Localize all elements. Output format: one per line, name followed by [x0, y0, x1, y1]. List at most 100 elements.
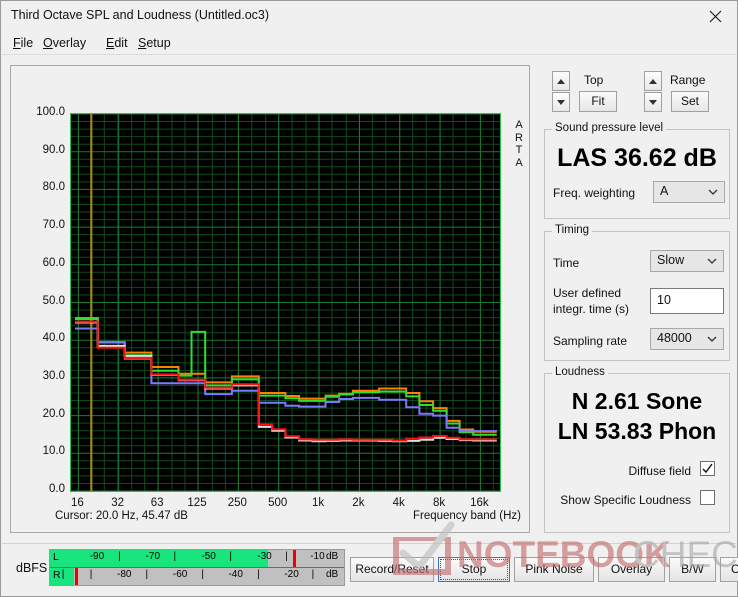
- x-axis-tick: 1k: [311, 497, 325, 509]
- meter-tick-mark: |: [285, 551, 288, 562]
- loudness-legend: Loudness: [552, 366, 608, 378]
- y-axis-tick: 60.0: [42, 256, 65, 269]
- chevron-down-icon: [649, 99, 657, 105]
- chevron-down-icon: [707, 336, 717, 342]
- copy-button[interactable]: Copy: [720, 557, 738, 582]
- fit-button[interactable]: Fit: [579, 91, 617, 112]
- time-label: Time: [553, 256, 580, 270]
- freq-weighting-value: A: [660, 184, 669, 198]
- right-controls-column: Top Fit Range Set Sound pressure level L…: [538, 61, 730, 537]
- menu-item-overlay[interactable]: Overlay: [37, 35, 92, 52]
- x-axis-tick: 250: [227, 497, 247, 509]
- top-spinner-down[interactable]: [552, 92, 570, 112]
- y-axis-tick: 50.0: [42, 294, 65, 307]
- meter-tick-mark: |: [257, 569, 260, 580]
- plot-svg: [71, 114, 500, 491]
- menu-item-setup[interactable]: Setup: [132, 35, 177, 52]
- chevron-down-icon: [708, 189, 718, 195]
- top-spinner-up[interactable]: [552, 71, 570, 91]
- diffuse-field-label: Diffuse field: [628, 464, 691, 478]
- meter-tick-left: -30: [257, 551, 272, 562]
- arta-letter: A: [515, 156, 523, 169]
- top-spinner[interactable]: [552, 71, 570, 113]
- range-spinner-up[interactable]: [644, 71, 662, 91]
- y-axis-tick: 30.0: [42, 369, 65, 382]
- meter-tick-mark: |: [201, 569, 205, 580]
- meter-tick-right: -60: [172, 569, 188, 580]
- arta-letter: A: [515, 119, 523, 131]
- loudness-group: Loudness N 2.61 Sone LN 53.83 Phon Diffu…: [544, 366, 730, 533]
- integration-time-input[interactable]: 10: [650, 288, 724, 314]
- y-axis-tick: 40.0: [42, 332, 65, 345]
- x-axis-tick: 16k: [470, 497, 489, 509]
- range-spinner-down[interactable]: [644, 92, 662, 112]
- sampling-rate-select[interactable]: 48000: [650, 328, 724, 350]
- bw-button[interactable]: B/W: [669, 557, 716, 582]
- plot-area[interactable]: [70, 113, 501, 492]
- time-value: Slow: [657, 253, 685, 267]
- timing-legend: Timing: [552, 224, 593, 236]
- x-axis-tick: 4k: [392, 497, 405, 509]
- meter-tick-right: -80: [117, 569, 132, 580]
- menu-item-edit[interactable]: Edit: [100, 35, 134, 52]
- pink-noise-button-label: Pink Noise: [525, 562, 583, 576]
- level-meters: L -90 -70 -50 -30 -10 | | | | dB R -80 -60 -40 -20 | |…: [49, 549, 345, 586]
- dbfs-label: dBFS: [16, 561, 48, 575]
- range-spinner[interactable]: [644, 71, 662, 113]
- sampling-rate-label: Sampling rate: [553, 334, 628, 348]
- menu-bar: File Overlay Edit Setup: [1, 32, 737, 54]
- y-axis-tick: 10.0: [42, 445, 65, 458]
- overlay-button-label: Overlay: [610, 562, 653, 576]
- meter-tick-left: -70: [145, 551, 160, 562]
- stop-button[interactable]: Stop: [438, 557, 510, 582]
- level-meter-right-peak: [75, 568, 78, 585]
- y-axis-tick: 70.0: [42, 219, 65, 232]
- y-axis-tick: 100.0: [36, 106, 65, 118]
- menu-rest-setup: etup: [146, 36, 171, 50]
- set-button[interactable]: Set: [671, 91, 709, 112]
- x-axis-tick: 125: [187, 497, 207, 509]
- menu-mnemonic-overlay: O: [43, 36, 53, 50]
- freq-weighting-select[interactable]: A: [653, 181, 725, 203]
- title-bar: Third Octave SPL and Loudness (Untitled.…: [1, 1, 737, 32]
- loudness-sone: N 2.61 Sone: [571, 388, 703, 414]
- y-axis-tick: 80.0: [42, 181, 65, 194]
- integration-time-value: 10: [657, 293, 671, 307]
- meter-tick-mark: |: [173, 551, 177, 562]
- level-meter-right: R -80 -60 -40 -20 | | | | | | dB: [50, 568, 344, 585]
- record-reset-button[interactable]: Record/Reset: [350, 557, 434, 582]
- menu-mnemonic-file: F: [13, 36, 21, 50]
- level-meter-left-peak: [293, 550, 296, 567]
- close-icon[interactable]: [693, 1, 737, 31]
- time-select[interactable]: Slow: [650, 250, 724, 272]
- diffuse-field-checkbox[interactable]: [700, 461, 715, 476]
- spl-value: LAS 36.62 dB: [557, 144, 717, 172]
- specific-loudness-checkbox[interactable]: [700, 490, 715, 505]
- overlay-button[interactable]: Overlay: [598, 557, 665, 582]
- meter-tick-right: -40: [228, 569, 243, 580]
- copy-button-label: Copy: [730, 562, 738, 576]
- menu-rest-edit: dit: [114, 36, 128, 50]
- focus-ring: [440, 559, 508, 580]
- arta-letter: T: [515, 144, 523, 156]
- x-axis-tick: 500: [268, 497, 288, 509]
- meter-tick-left: -50: [201, 551, 216, 562]
- window-title: Third Octave SPL and Loudness (Untitled.…: [11, 8, 270, 22]
- sampling-rate-value: 48000: [657, 331, 692, 345]
- meter-unit-left: dB: [326, 551, 339, 562]
- menu-rest-overlay: verlay: [52, 36, 87, 50]
- y-axis-tick: 20.0: [42, 407, 65, 420]
- x-axis-tick: 32: [111, 497, 125, 509]
- series-green: [75, 317, 497, 436]
- meter-tick-right: -20: [284, 569, 299, 580]
- pink-noise-button[interactable]: Pink Noise: [514, 557, 594, 582]
- meter-tick-mark: |: [61, 569, 65, 580]
- menu-item-file[interactable]: File: [7, 35, 39, 52]
- range-label: Range: [670, 73, 706, 87]
- x-axis-tick: 2k: [352, 497, 365, 509]
- integration-time-label-line2: integr. time (s): [553, 302, 630, 316]
- timing-group: Timing Time Slow User defined integr. ti…: [544, 224, 730, 361]
- menu-rest-file: ile: [20, 36, 34, 50]
- x-axis-title: Frequency band (Hz): [412, 510, 521, 522]
- meter-tick-mark: |: [118, 551, 121, 562]
